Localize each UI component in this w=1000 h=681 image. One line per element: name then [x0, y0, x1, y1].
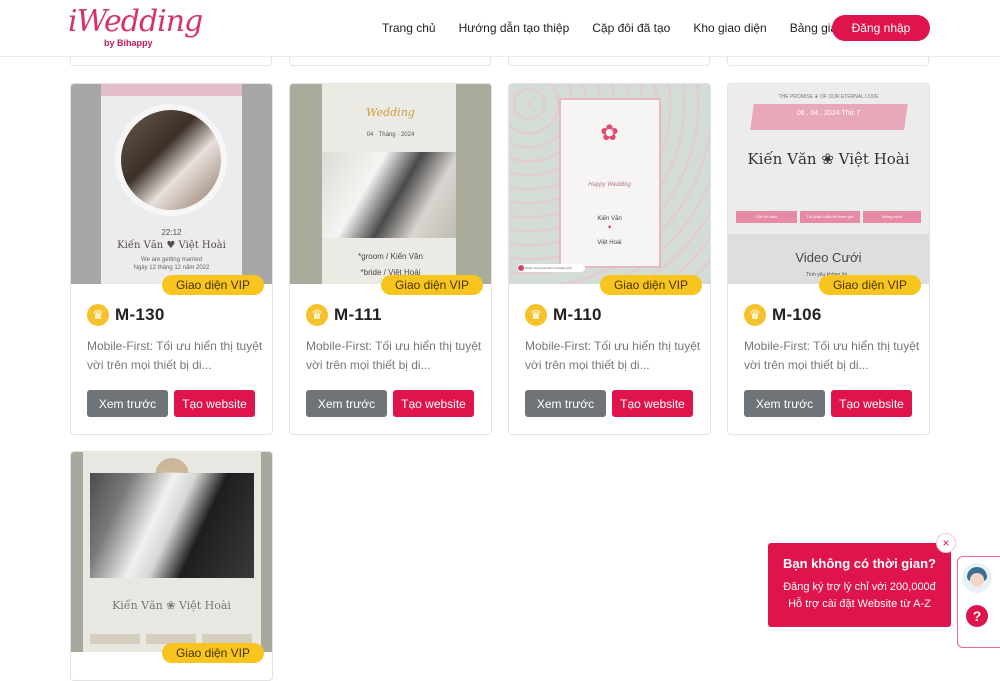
thumb-groom: *groom / Kiến Văn — [358, 252, 423, 261]
promo-line: Đăng ký trợ lý chỉ với 200,000đ — [783, 581, 936, 593]
theme-card[interactable]: ✿ Happy Wedding Kiến Văn ♥ Việt Hoài Chà… — [508, 83, 711, 435]
theme-card[interactable]: THE PROMISE ❦ OF OUR ETERNAL LOVE 06 . 0… — [727, 83, 930, 435]
support-widget[interactable]: ? — [957, 556, 1000, 648]
preview-button[interactable]: Xem trước — [306, 390, 387, 417]
theme-card[interactable]: 22:12 Kiến Văn ♥ Việt Hoài We are gettin… — [70, 83, 273, 435]
theme-code: M-130 — [115, 305, 165, 324]
thumb-date: 04 · Tháng · 2024 — [366, 132, 415, 138]
thumb-names: Kiến Văn ❀ Việt Hoài — [747, 150, 910, 168]
create-website-button[interactable]: Tạo website — [174, 390, 255, 417]
logo-sub: by Bihappy — [104, 38, 153, 48]
preview-button[interactable]: Xem trước — [525, 390, 606, 417]
theme-thumbnail[interactable]: ✿ Happy Wedding Kiến Văn ♥ Việt Hoài Chà… — [509, 84, 710, 284]
crown-icon: ♛ — [306, 304, 328, 326]
site-header: iWedding by Bihappy Trang chủ Hướng dẫn … — [0, 0, 1000, 57]
nav-pricing[interactable]: Bảng giá — [790, 21, 837, 35]
thumb-script: Wedding — [366, 106, 415, 119]
thumb-line: Ngày 12 tháng 12 năm 2022 — [133, 265, 210, 271]
theme-description: Mobile-First: Tối ưu hiển thị tuyệt vời … — [87, 339, 263, 372]
login-button[interactable]: Đăng nhập — [832, 15, 930, 41]
theme-description: Mobile-First: Tối ưu hiển thị tuyệt vời … — [744, 339, 920, 372]
theme-card[interactable]: Happy Kiến Văn ❀ Việt Hoài Giao diện VIP — [70, 451, 273, 681]
theme-card[interactable]: Wedding 04 · Tháng · 2024 *groom / Kiến … — [289, 83, 492, 435]
heart-icon: ♥ — [607, 225, 612, 231]
theme-code: M-110 — [553, 305, 602, 324]
vip-badge: Giao diện VIP — [162, 643, 264, 663]
vip-badge: Giao diện VIP — [162, 275, 264, 295]
create-website-button[interactable]: Tạo website — [393, 390, 474, 417]
thumb-script: Happy Wedding — [588, 182, 631, 188]
crown-icon: ♛ — [744, 304, 766, 326]
promo-popup[interactable]: Bạn không có thời gian? Đăng ký trợ lý c… — [768, 543, 951, 627]
preview-button[interactable]: Xem trước — [87, 390, 168, 417]
vip-badge: Giao diện VIP — [600, 275, 702, 295]
crown-icon: ♛ — [87, 304, 109, 326]
theme-description: Mobile-First: Tối ưu hiển thị tuyệt vời … — [525, 339, 701, 372]
theme-description: Mobile-First: Tối ưu hiển thị tuyệt vời … — [306, 339, 482, 372]
logo[interactable]: iWedding by Bihappy — [68, 4, 203, 52]
avatar[interactable] — [962, 563, 992, 593]
thumb-tagline: THE PROMISE ❦ OF OUR ETERNAL LOVE — [778, 94, 879, 100]
vip-badge: Giao diện VIP — [819, 275, 921, 295]
thumb-button: Mừng cưới — [863, 211, 921, 223]
thumb-button: Tôi chắc chắn sẽ tham gia — [800, 211, 860, 223]
crown-icon: ♛ — [525, 304, 547, 326]
theme-thumbnail[interactable]: THE PROMISE ❦ OF OUR ETERNAL LOVE 06 . 0… — [728, 84, 929, 284]
thumb-names: Kiến Văn ❀ Việt Hoài — [112, 599, 231, 612]
logo-text: iWedding — [68, 4, 203, 39]
vip-badge: Giao diện VIP — [381, 275, 483, 295]
thumb-names: Kiến Văn ♥ Việt Hoài — [117, 240, 226, 251]
thumb-groom: Kiến Văn — [597, 216, 622, 222]
thumb-time: 22:12 — [161, 228, 182, 237]
theme-code: M-106 — [772, 305, 822, 324]
promo-title: Bạn không có thời gian? — [783, 556, 936, 571]
nav-couples[interactable]: Cặp đôi đã tạo — [592, 21, 670, 35]
nav-themes[interactable]: Kho giao diện — [693, 21, 766, 35]
thumb-button: Gửi lời chúc — [736, 211, 797, 223]
flower-icon: ✿ — [600, 120, 619, 145]
theme-thumbnail[interactable]: Wedding 04 · Tháng · 2024 *groom / Kiến … — [290, 84, 491, 284]
theme-code: M-111 — [334, 305, 382, 324]
theme-thumbnail[interactable]: Happy Kiến Văn ❀ Việt Hoài — [71, 452, 272, 652]
thumb-line: We are getting married — [141, 257, 202, 263]
theme-thumbnail[interactable]: 22:12 Kiến Văn ♥ Việt Hoài We are gettin… — [71, 84, 272, 284]
nav-home[interactable]: Trang chủ — [382, 21, 436, 35]
close-icon[interactable]: × — [936, 533, 956, 553]
main-nav: Trang chủ Hướng dẫn tạo thiệp Cặp đôi đã… — [382, 21, 860, 35]
create-website-button[interactable]: Tạo website — [831, 390, 912, 417]
promo-line: Hỗ trợ cài đặt Website từ A-Z — [788, 598, 931, 610]
help-icon[interactable]: ? — [966, 605, 988, 627]
create-website-button[interactable]: Tạo website — [612, 390, 693, 417]
nav-guide[interactable]: Hướng dẫn tạo thiệp — [459, 21, 570, 35]
thumb-bride: Việt Hoài — [597, 240, 622, 246]
preview-button[interactable]: Xem trước — [744, 390, 825, 417]
thumb-bar: Chào mừng bạn đến với thiệp cưới — [517, 264, 585, 272]
thumb-video: Video Cưới — [795, 250, 862, 265]
thumb-date: 06 . 04 . 2024 Thứ 7 — [796, 110, 861, 117]
